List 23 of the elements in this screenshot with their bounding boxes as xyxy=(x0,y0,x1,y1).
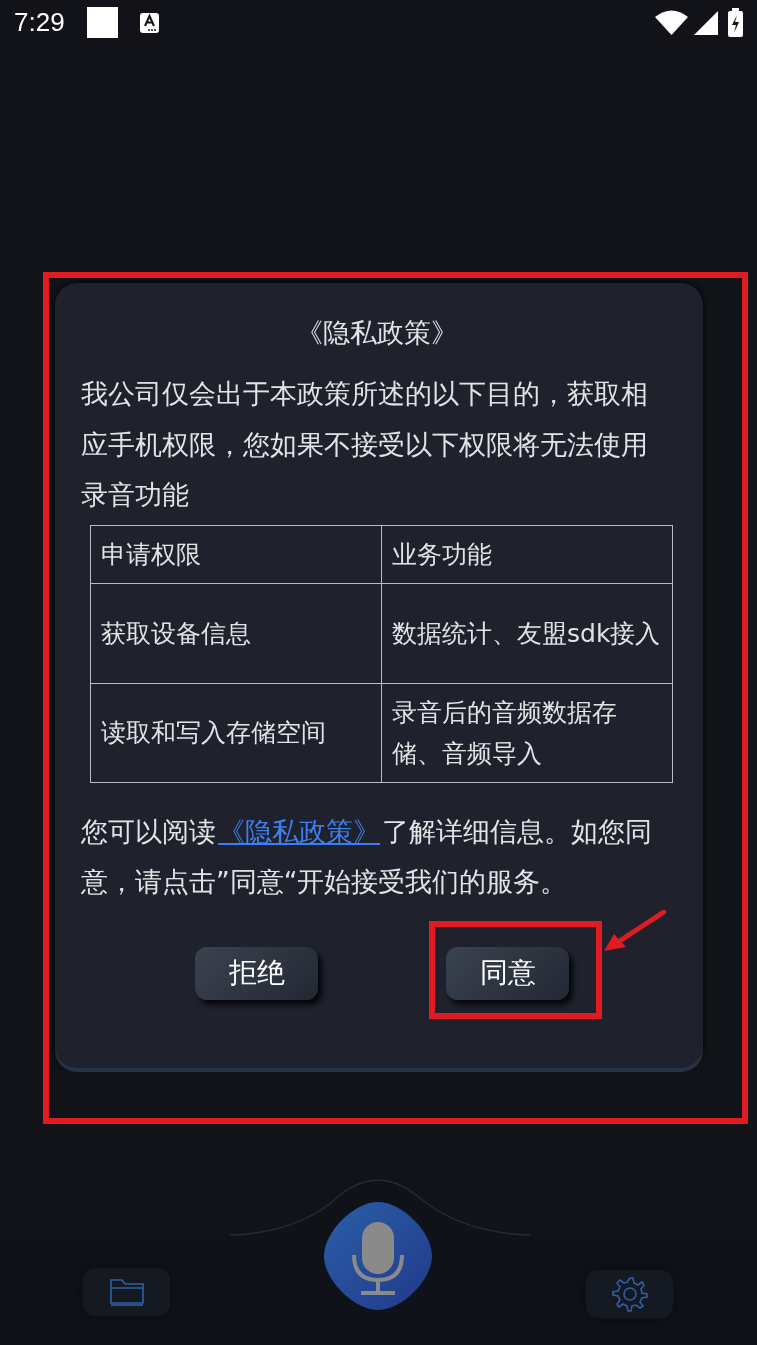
reject-button[interactable]: 拒绝 xyxy=(195,946,318,1000)
policy-link[interactable]: 《隐私政策》 xyxy=(216,815,382,847)
record-button[interactable] xyxy=(322,1200,434,1312)
status-time: 7:29 xyxy=(14,6,65,39)
pointer-arrow xyxy=(604,909,666,952)
table-cell: 获取设备信息 xyxy=(90,583,382,683)
settings-button[interactable] xyxy=(586,1270,673,1318)
folder-icon xyxy=(108,1277,145,1307)
agree-button[interactable]: 同意 xyxy=(446,946,569,1000)
dialog-title: 《隐私政策》 xyxy=(295,316,459,350)
intro-paragraph: 我公司仅会出于本政策所述的以下目的，获取相应手机权限，您如果不接受以下权限将无法使用录音功能 xyxy=(81,377,649,512)
gear-icon xyxy=(610,1275,649,1313)
notice-paragraph: 您可以阅读《隐私政策》了解详细信息。如您同意，请点击”同意“开始接受我们的服务。 xyxy=(81,814,653,899)
notification-icon xyxy=(86,7,118,38)
table-cell: 读取和写入存储空间 xyxy=(90,683,382,782)
table-cell: 录音后的音频数据存储、音频导入 xyxy=(381,683,673,782)
files-button[interactable] xyxy=(83,1268,170,1316)
battery-icon xyxy=(728,8,743,37)
column-header: 申请权限 xyxy=(90,525,382,583)
signal-icon xyxy=(694,10,718,35)
wifi-icon xyxy=(655,10,688,35)
column-header: 业务功能 xyxy=(381,525,673,583)
table-cell: 数据统计、友盟sdk接入 xyxy=(381,583,673,683)
